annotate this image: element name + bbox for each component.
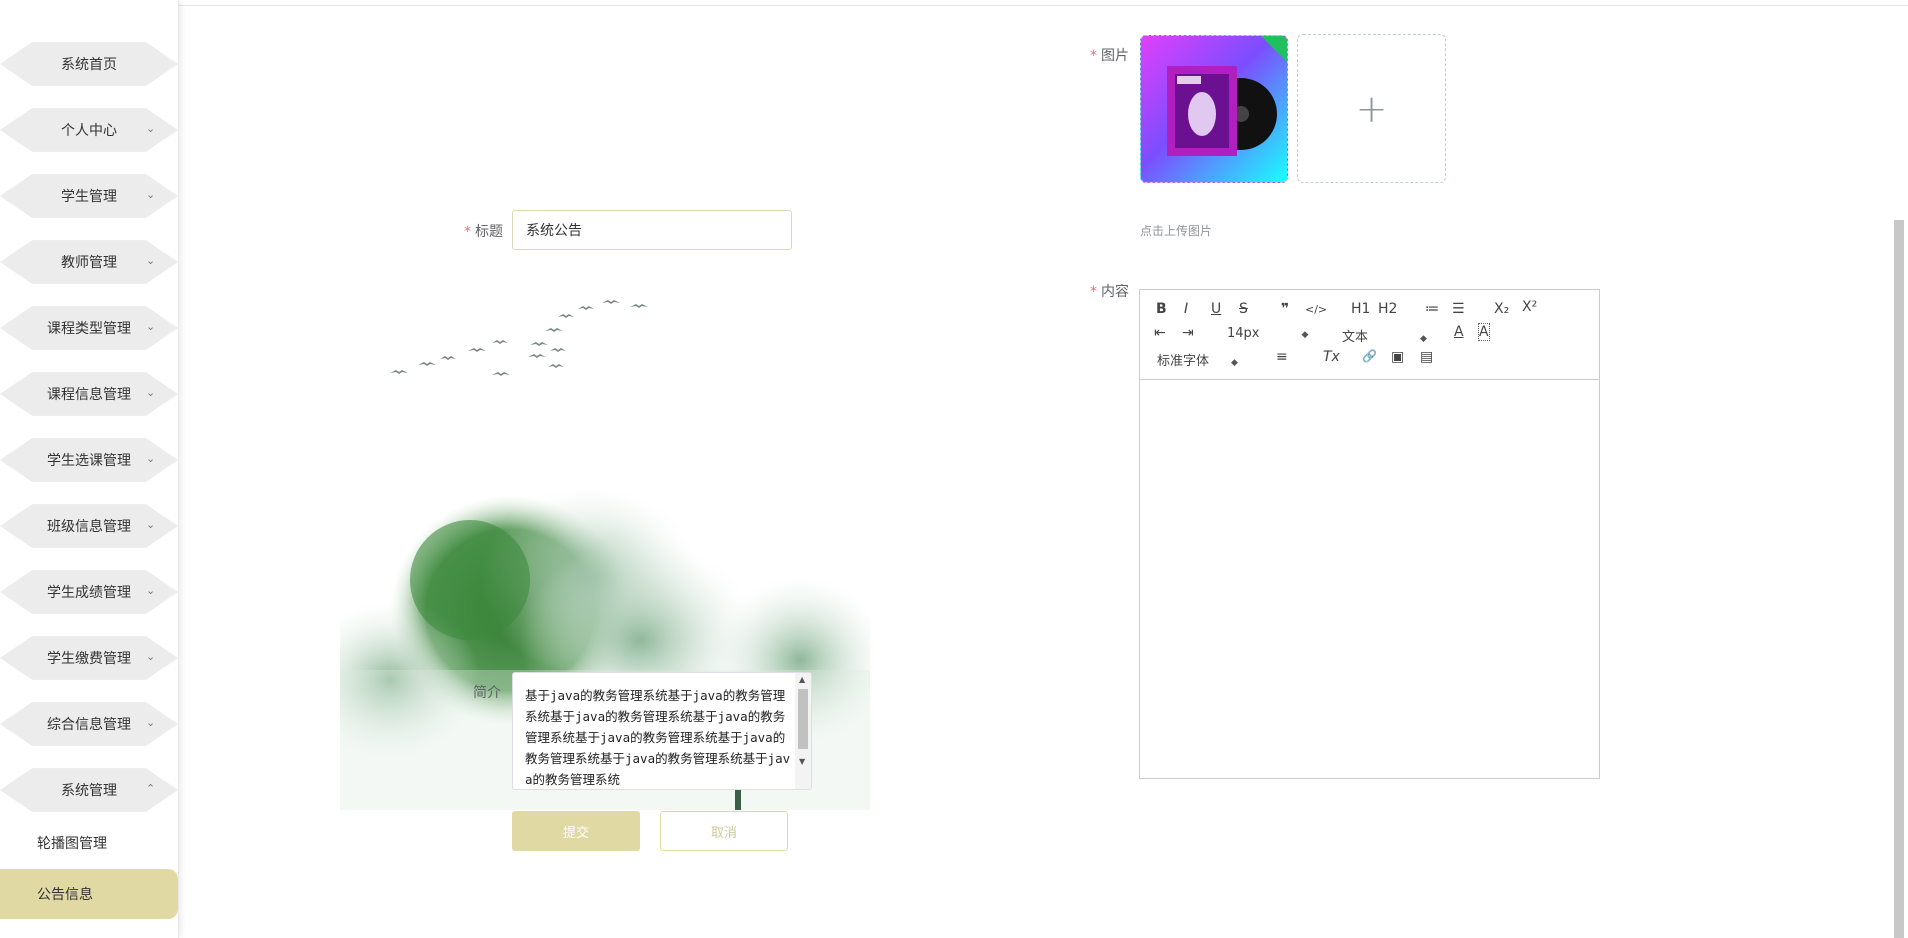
sidebar-item-label: 系统首页 [61, 57, 117, 73]
bold-icon[interactable]: B [1156, 301, 1167, 317]
sidebar-subitem-carousel[interactable]: 轮播图管理 [0, 818, 178, 868]
subscript-icon[interactable]: X₂ [1494, 301, 1509, 317]
chevron-down-icon: ⌄ [146, 122, 156, 135]
image-label: * 图片 [1090, 48, 1129, 64]
strikethrough-icon[interactable]: S [1239, 301, 1248, 317]
sidebar-item-label: 学生成绩管理 [47, 585, 131, 601]
sidebar-item-system[interactable]: 系统管理 ⌃ [0, 764, 178, 816]
sidebar-item-label: 学生选课管理 [47, 453, 131, 469]
sidebar-item-label: 系统管理 [61, 783, 117, 799]
select-arrow-icon: ◆ [1301, 330, 1309, 340]
sidebar-item-label: 班级信息管理 [47, 519, 131, 535]
intro-textarea[interactable]: 基于java的教务管理系统基于java的教务管理系统基于java的教务管理系统基… [512, 672, 812, 790]
select-arrow-icon: ◆ [1231, 358, 1238, 368]
sidebar-item-classes[interactable]: 班级信息管理 ⌄ [0, 500, 178, 552]
ordered-list-icon[interactable]: ≔ [1425, 301, 1439, 317]
h2-icon[interactable]: H2 [1378, 301, 1397, 317]
chevron-down-icon: ⌄ [146, 716, 156, 729]
image-upload-button[interactable]: + [1297, 34, 1446, 183]
title-input[interactable] [512, 210, 792, 250]
indent-icon[interactable]: ⇥ [1182, 325, 1194, 341]
outdent-icon[interactable]: ⇤ [1154, 325, 1166, 341]
sidebar-item-label: 学生管理 [61, 189, 117, 205]
sidebar-item-course-types[interactable]: 课程类型管理 ⌄ [0, 302, 178, 354]
blockquote-icon[interactable]: ❞ [1281, 301, 1289, 317]
align-icon[interactable]: ≡ [1276, 349, 1288, 365]
chevron-down-icon: ⌄ [146, 452, 156, 465]
select-arrow-icon: ◆ [1420, 334, 1427, 344]
italic-icon[interactable]: I [1184, 301, 1188, 317]
font-size-select[interactable]: 14px ◆ [1227, 326, 1308, 341]
sidebar: 系统首页 个人中心 ⌄ 学生管理 ⌄ 教师管理 ⌄ 课程类型管理 ⌄ 课程信息管… [0, 0, 179, 938]
superscript-icon[interactable]: X² [1522, 299, 1537, 315]
scroll-up-icon[interactable]: ▲ [799, 675, 805, 684]
bullet-list-icon[interactable]: ☰ [1452, 301, 1465, 317]
sidebar-item-course-selection[interactable]: 学生选课管理 ⌄ [0, 434, 178, 486]
image-icon[interactable]: ▣ [1391, 349, 1404, 365]
chevron-down-icon: ⌄ [146, 254, 156, 267]
sidebar-subitem-announcements[interactable]: 公告信息 [0, 869, 178, 919]
link-icon[interactable]: 🔗 [1362, 349, 1377, 363]
sidebar-item-course-info[interactable]: 课程信息管理 ⌄ [0, 368, 178, 420]
plus-icon: + [1355, 86, 1388, 131]
sidebar-item-label: 学生缴费管理 [47, 651, 131, 667]
sidebar-item-grades[interactable]: 学生成绩管理 ⌄ [0, 566, 178, 618]
chevron-down-icon: ⌄ [146, 584, 156, 597]
chevron-down-icon: ⌄ [146, 320, 156, 333]
page-scrollbar[interactable] [1894, 220, 1904, 938]
sidebar-item-label: 个人中心 [61, 123, 117, 139]
album-cover-image [1167, 36, 1287, 156]
sidebar-item-fees[interactable]: 学生缴费管理 ⌄ [0, 632, 178, 684]
chevron-up-icon: ⌃ [146, 782, 156, 795]
background-color-icon[interactable]: A [1478, 323, 1490, 341]
sidebar-item-general-info[interactable]: 综合信息管理 ⌄ [0, 698, 178, 750]
scroll-down-icon[interactable]: ▼ [799, 757, 805, 766]
sidebar-subitem-label: 公告信息 [37, 887, 93, 903]
title-label: * 标题 [464, 224, 503, 240]
uploaded-image-thumbnail[interactable] [1140, 35, 1288, 183]
sidebar-subitem-label: 轮播图管理 [37, 836, 107, 852]
sidebar-item-teachers[interactable]: 教师管理 ⌄ [0, 236, 178, 288]
rich-text-editor: B I U S ❞ </> H1 H2 ≔ ☰ X₂ X² ⇤ ⇥ 14px ◆ … [1139, 289, 1600, 779]
submit-button[interactable]: 提交 [512, 811, 640, 851]
video-icon[interactable]: ▤ [1420, 349, 1433, 365]
clear-format-icon[interactable]: Tx [1323, 349, 1340, 365]
intro-text: 基于java的教务管理系统基于java的教务管理系统基于java的教务管理系统基… [525, 688, 791, 787]
sidebar-item-personal-center[interactable]: 个人中心 ⌄ [0, 104, 178, 156]
textarea-scrollbar[interactable]: ▲ ▼ [795, 673, 811, 789]
underline-icon[interactable]: U [1211, 301, 1221, 317]
content-label: * 内容 [1090, 284, 1129, 300]
sidebar-item-home[interactable]: 系统首页 [0, 38, 178, 90]
intro-label: 简介 [473, 685, 501, 701]
upload-hint: 点击上传图片 [1140, 224, 1213, 238]
sidebar-item-label: 综合信息管理 [47, 717, 131, 733]
h1-icon[interactable]: H1 [1351, 301, 1370, 317]
code-block-icon[interactable]: </> [1305, 303, 1327, 316]
chevron-down-icon: ⌄ [146, 188, 156, 201]
cancel-button[interactable]: 取消 [660, 811, 788, 851]
birds-decoration [390, 300, 648, 376]
scroll-thumb[interactable] [798, 689, 808, 749]
chevron-down-icon: ⌄ [146, 518, 156, 531]
sidebar-item-students[interactable]: 学生管理 ⌄ [0, 170, 178, 222]
chevron-down-icon: ⌄ [146, 386, 156, 399]
chevron-down-icon: ⌄ [146, 650, 156, 663]
sidebar-item-label: 课程类型管理 [47, 321, 131, 337]
top-bar [0, 0, 1908, 6]
header-select[interactable]: 文本 ◆ [1342, 326, 1427, 345]
editor-content-area[interactable] [1140, 380, 1599, 778]
sidebar-item-label: 教师管理 [61, 255, 117, 271]
font-family-select[interactable]: 标准字体 ◆ [1157, 350, 1238, 369]
editor-toolbar: B I U S ❞ </> H1 H2 ≔ ☰ X₂ X² ⇤ ⇥ 14px ◆ … [1140, 290, 1599, 380]
text-color-icon[interactable]: A [1454, 324, 1464, 340]
sidebar-item-label: 课程信息管理 [47, 387, 131, 403]
